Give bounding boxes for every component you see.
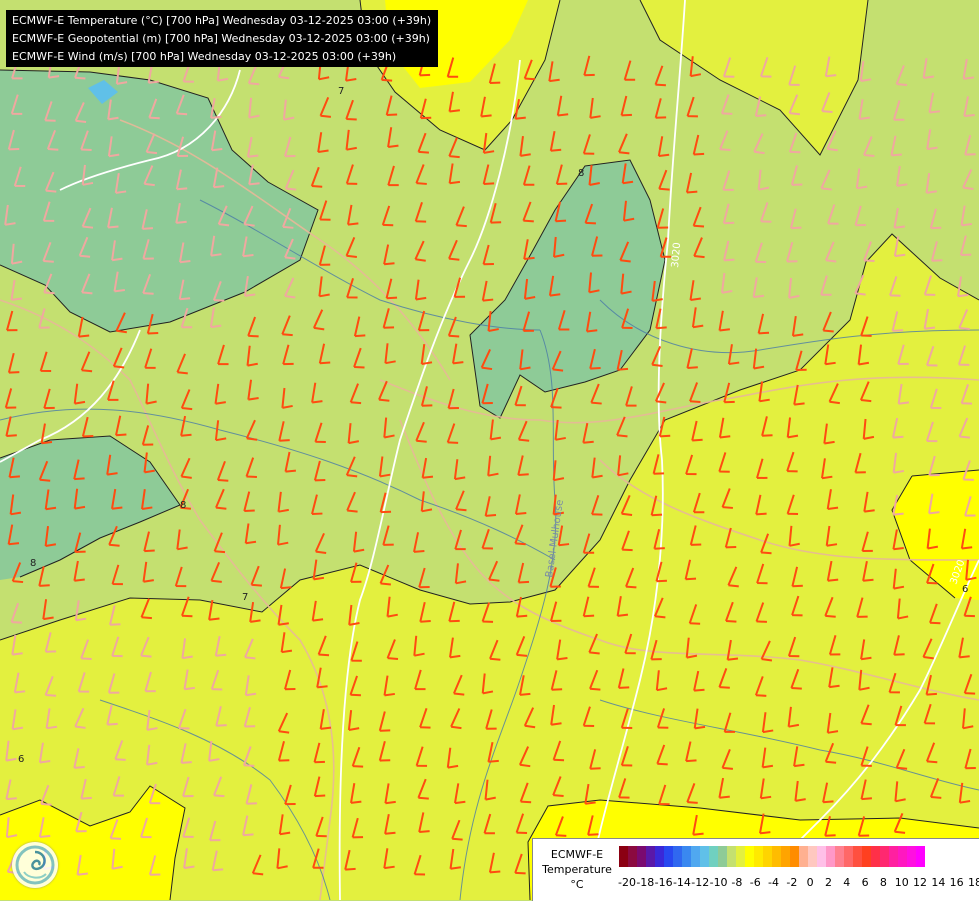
header-temperature-line: ECMWF-E Temperature (°C) [700 hPa] Wedne… xyxy=(12,12,438,30)
legend-swatch xyxy=(673,846,682,867)
isotherm-label: 7 xyxy=(338,86,344,97)
legend-tick: -8 xyxy=(731,876,742,889)
geopotential-label: 3020 xyxy=(670,242,683,268)
legend-title-line: ECMWF-E xyxy=(537,847,617,862)
header-geopotential-line: ECMWF-E Geopotential (m) [700 hPa] Wedne… xyxy=(12,30,438,48)
legend-swatch xyxy=(871,846,880,867)
legend-tick: -18 xyxy=(636,876,654,889)
isotherm-label: 8 xyxy=(30,558,36,569)
legend-tick: 14 xyxy=(931,876,945,889)
legend-tick: 18 xyxy=(968,876,979,889)
legend-swatch xyxy=(736,846,745,867)
legend-swatch xyxy=(772,846,781,867)
legend-swatch xyxy=(682,846,691,867)
isotherm-label: 7 xyxy=(242,592,248,603)
legend-tick: -12 xyxy=(691,876,709,889)
legend-swatch xyxy=(763,846,772,867)
legend-swatch xyxy=(655,846,664,867)
ecmwf-logo-icon xyxy=(12,842,58,888)
legend-tick: 6 xyxy=(862,876,869,889)
legend-tick-labels: -20-18-16-14-12-10-8-6-4-202468101214161… xyxy=(619,876,979,890)
legend-swatch xyxy=(844,846,853,867)
legend-tick: 4 xyxy=(843,876,850,889)
legend-color-bar xyxy=(619,846,925,867)
legend-swatch xyxy=(727,846,736,867)
legend-swatch xyxy=(880,846,889,867)
legend-swatch xyxy=(691,846,700,867)
legend-swatch xyxy=(637,846,646,867)
legend-swatch xyxy=(799,846,808,867)
legend-swatch xyxy=(790,846,799,867)
legend-swatch xyxy=(907,846,916,867)
legend-tick: -16 xyxy=(655,876,673,889)
legend-swatch xyxy=(754,846,763,867)
legend-swatch xyxy=(853,846,862,867)
legend-swatch xyxy=(709,846,718,867)
legend-swatch xyxy=(781,846,790,867)
legend-swatch xyxy=(646,846,655,867)
legend-swatch xyxy=(628,846,637,867)
legend-tick: 0 xyxy=(807,876,814,889)
weather-map[interactable]: 8 7 8 8 6 7 6 3020 3020 Basel-Mulhouse xyxy=(0,0,979,900)
header-wind-line: ECMWF-E Wind (m/s) [700 hPa] Wednesday 0… xyxy=(12,48,438,66)
legend-tick: -6 xyxy=(750,876,761,889)
legend-swatch xyxy=(862,846,871,867)
legend-swatch xyxy=(889,846,898,867)
legend-swatch xyxy=(718,846,727,867)
isotherm-label: 6 xyxy=(18,754,24,765)
legend-swatch xyxy=(619,846,628,867)
isotherm-label: 6 xyxy=(962,584,968,595)
legend-swatch xyxy=(826,846,835,867)
isotherm-label: 8 xyxy=(180,500,186,511)
legend-swatch xyxy=(835,846,844,867)
temperature-legend: ECMWF-E Temperature °C -20-18-16-14-12-1… xyxy=(532,838,979,901)
legend-swatch xyxy=(745,846,754,867)
legend-tick: -2 xyxy=(786,876,797,889)
legend-tick: -20 xyxy=(618,876,636,889)
forecast-info-panel: ECMWF-E Temperature (°C) [700 hPa] Wedne… xyxy=(6,10,438,67)
legend-swatch xyxy=(700,846,709,867)
legend-swatch xyxy=(916,846,925,867)
legend-tick: 8 xyxy=(880,876,887,889)
legend-tick: -14 xyxy=(673,876,691,889)
legend-tick: 12 xyxy=(913,876,927,889)
legend-swatch xyxy=(808,846,817,867)
legend-tick: 10 xyxy=(895,876,909,889)
legend-unit: °C xyxy=(537,877,617,892)
legend-tick: -10 xyxy=(710,876,728,889)
legend-title: ECMWF-E Temperature °C xyxy=(537,847,617,892)
legend-tick: 16 xyxy=(950,876,964,889)
legend-swatch xyxy=(817,846,826,867)
legend-tick: 2 xyxy=(825,876,832,889)
legend-tick: -4 xyxy=(768,876,779,889)
isotherm-label: 8 xyxy=(578,168,584,179)
legend-title-line: Temperature xyxy=(537,862,617,877)
legend-swatch xyxy=(664,846,673,867)
legend-swatch xyxy=(898,846,907,867)
